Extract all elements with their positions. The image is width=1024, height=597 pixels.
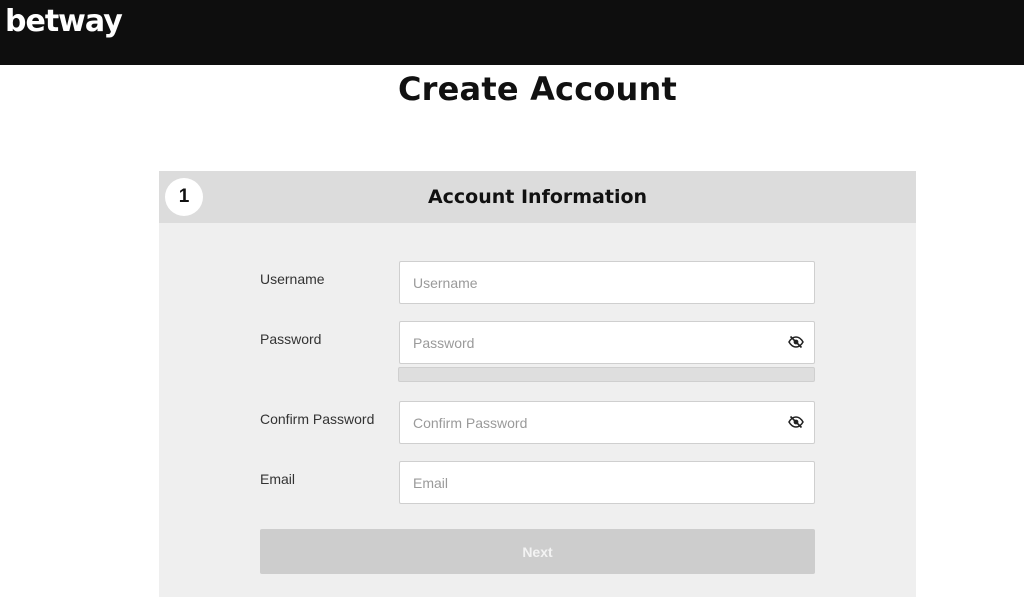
- panel-title: Account Information: [427, 186, 648, 208]
- username-label: Username: [260, 271, 325, 287]
- eye-slash-icon[interactable]: [788, 414, 804, 430]
- password-strength-bar: [398, 367, 815, 382]
- username-input[interactable]: [399, 261, 815, 304]
- email-label: Email: [260, 471, 296, 487]
- top-bar: betway: [0, 0, 1024, 65]
- betway-logo[interactable]: betway: [5, 4, 123, 39]
- panel-header: 1 Account Information: [159, 171, 916, 223]
- email-input[interactable]: [399, 461, 815, 504]
- confirm-password-input[interactable]: [399, 401, 815, 444]
- eye-slash-icon[interactable]: [788, 334, 804, 350]
- account-information-panel: 1 Account Information Username Password …: [159, 171, 916, 597]
- page-title: Create Account: [397, 70, 678, 108]
- password-input[interactable]: [399, 321, 815, 364]
- confirm-password-label: Confirm Password: [260, 411, 375, 427]
- password-label: Password: [260, 331, 322, 347]
- next-button[interactable]: Next: [260, 529, 815, 574]
